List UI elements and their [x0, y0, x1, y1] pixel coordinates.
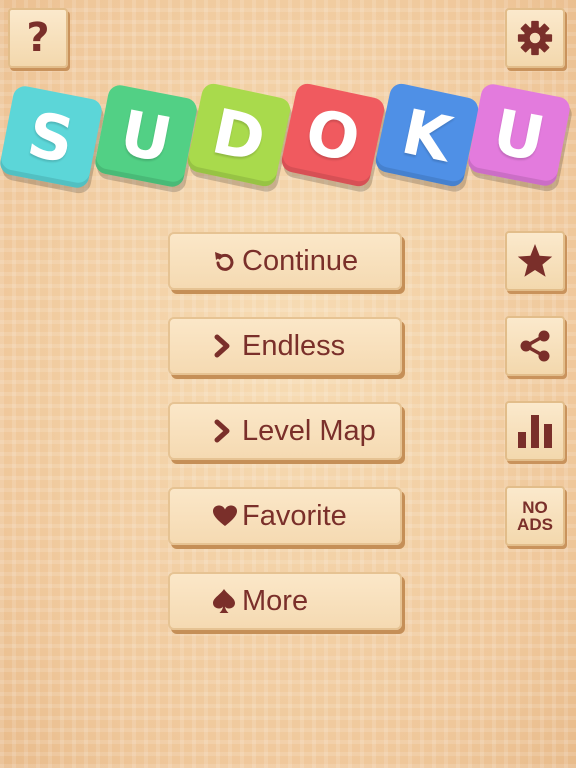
help-button[interactable]: ? — [8, 8, 68, 68]
refresh-icon — [215, 252, 234, 271]
level-map-button[interactable]: Level Map — [168, 402, 402, 460]
title-tile-o: O — [279, 81, 387, 189]
star-icon — [517, 244, 553, 277]
no-ads-label: NO ADS — [517, 499, 553, 533]
statistics-button[interactable] — [505, 401, 565, 461]
no-ads-line-1: NO — [522, 498, 548, 517]
title-tile-d: D — [185, 81, 293, 189]
no-ads-button[interactable]: NO ADS — [505, 486, 565, 546]
level-map-label: Level Map — [242, 414, 376, 447]
share-icon — [520, 330, 550, 362]
chevron-right-icon — [214, 419, 230, 443]
title-letter: U — [114, 95, 178, 177]
title-tile-u: U — [93, 83, 199, 189]
title-letter: S — [22, 96, 80, 178]
favorite-label: Favorite — [242, 499, 347, 532]
title-letter: K — [395, 94, 459, 176]
more-label: More — [242, 584, 309, 617]
spade-icon — [213, 589, 235, 613]
more-button[interactable]: More — [168, 572, 402, 630]
continue-label: Continue — [242, 244, 359, 277]
gear-icon — [517, 20, 553, 56]
heart-icon — [213, 505, 237, 526]
continue-button[interactable]: Continue — [168, 232, 402, 290]
favorite-button[interactable]: Favorite — [168, 487, 402, 545]
title-tile-u2: U — [466, 82, 572, 188]
endless-button[interactable]: Endless — [168, 317, 402, 375]
chevron-right-icon — [214, 334, 230, 358]
endless-label: Endless — [242, 329, 346, 362]
title-tile-s: S — [0, 84, 104, 190]
title-tile-k: K — [373, 81, 481, 189]
share-button[interactable] — [505, 316, 565, 376]
question-mark-icon: ? — [26, 15, 50, 61]
rate-button[interactable] — [505, 231, 565, 291]
title-letter: O — [299, 93, 367, 177]
title-letter: D — [206, 93, 272, 177]
no-ads-line-2: ADS — [517, 515, 553, 534]
title-letter: U — [487, 94, 551, 176]
bar-chart-icon — [518, 415, 552, 448]
settings-button[interactable] — [505, 8, 565, 68]
